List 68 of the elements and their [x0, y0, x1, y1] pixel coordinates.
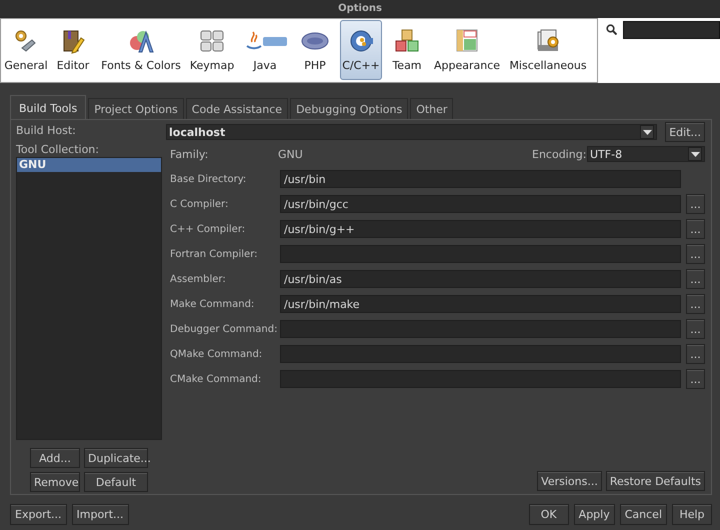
build-host-label: Build Host:: [16, 124, 77, 138]
browse-button[interactable]: ...: [686, 244, 705, 264]
tab[interactable]: Build Tools: [10, 95, 86, 119]
tab[interactable]: Code Assistance: [186, 98, 288, 119]
tool-collection-label: Tool Collection:: [16, 143, 100, 157]
search-field[interactable]: [623, 21, 720, 40]
build-host-combo[interactable]: localhost: [166, 124, 658, 140]
path-field[interactable]: [280, 245, 681, 263]
browse-button[interactable]: ...: [686, 369, 705, 389]
family-label: Family:: [169, 148, 210, 160]
path-field[interactable]: /usr/bin/as: [280, 270, 681, 288]
field-label: Base Directory:: [169, 174, 248, 184]
browse-button[interactable]: ...: [686, 344, 705, 364]
field-label: Fortran Compiler:: [169, 248, 259, 260]
edit-button[interactable]: Edit...: [665, 122, 705, 142]
path-field[interactable]: [280, 345, 681, 363]
list-button[interactable]: Remove: [30, 472, 80, 492]
search-icon: [606, 24, 617, 36]
encoding-label: Encoding:: [532, 148, 587, 160]
footer-button[interactable]: Import...: [72, 504, 128, 525]
keys-icon: [198, 28, 226, 54]
list-button[interactable]: Add...: [30, 448, 80, 468]
list-button[interactable]: Default: [84, 472, 148, 492]
window-title: Options: [338, 3, 382, 14]
category-button[interactable]: Fonts & Colors: [98, 20, 184, 80]
browse-button[interactable]: ...: [686, 269, 705, 289]
field-label: Debugger Command:: [169, 324, 278, 334]
footer-button[interactable]: Help: [672, 504, 712, 525]
field-label: Make Command:: [169, 298, 256, 310]
footer-button[interactable]: Export...: [10, 504, 66, 525]
category-button[interactable]: Keymap: [186, 20, 238, 80]
list-button[interactable]: Duplicate...: [84, 448, 148, 468]
path-field[interactable]: /usr/bin/g++: [280, 220, 681, 238]
cubes-icon: [393, 28, 421, 54]
field-label: QMake Command:: [169, 348, 264, 360]
category-button[interactable]: Miscellaneous: [504, 20, 592, 80]
field-label: C++ Compiler:: [169, 224, 246, 234]
panel-button[interactable]: Versions...: [537, 471, 602, 491]
list-item[interactable]: GNU: [17, 158, 161, 172]
browse-button[interactable]: ...: [686, 319, 705, 339]
path-field[interactable]: /usr/bin/make: [280, 295, 681, 313]
category-button[interactable]: Editor: [50, 20, 96, 80]
field-label: Assembler:: [169, 274, 227, 284]
path-field[interactable]: [280, 320, 681, 338]
category-button[interactable]: Java: [240, 20, 290, 80]
path-field[interactable]: /usr/bin: [280, 170, 681, 188]
field-label: C Compiler:: [169, 198, 230, 210]
panel-button[interactable]: Restore Defaults: [606, 471, 705, 491]
font-circles-icon: [127, 28, 155, 54]
category-button[interactable]: Appearance: [432, 20, 502, 80]
category-button[interactable]: C/C++: [340, 20, 382, 80]
category-button[interactable]: PHP: [292, 20, 338, 80]
encoding-combo[interactable]: UTF-8: [587, 146, 705, 162]
tab[interactable]: Other: [410, 98, 454, 119]
category-button[interactable]: Team: [384, 20, 430, 80]
path-field[interactable]: /usr/bin/gcc: [280, 195, 681, 213]
path-field[interactable]: [280, 370, 681, 388]
footer-button[interactable]: OK: [528, 504, 569, 525]
browse-button[interactable]: ...: [686, 294, 705, 314]
category-button[interactable]: General: [4, 20, 48, 80]
family-value: GNU: [278, 148, 304, 160]
tab[interactable]: Debugging Options: [290, 98, 408, 119]
footer-button[interactable]: Cancel: [620, 504, 667, 525]
browse-button[interactable]: ...: [686, 219, 705, 239]
field-label: CMake Command:: [169, 374, 262, 384]
footer-button[interactable]: Apply: [574, 504, 615, 525]
tab[interactable]: Project Options: [88, 98, 184, 119]
browse-button[interactable]: ...: [686, 194, 705, 214]
